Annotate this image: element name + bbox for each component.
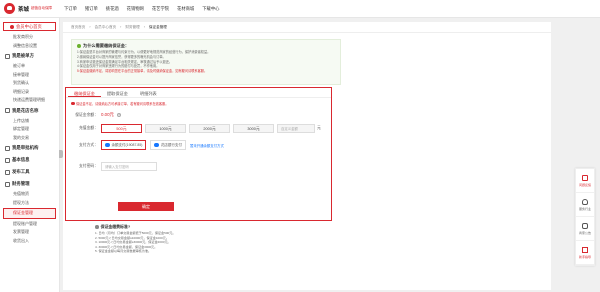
- home-icon: [10, 24, 14, 29]
- sidebar-group-header[interactable]: 发布工具: [0, 166, 59, 178]
- nav-link[interactable]: 花艺学院: [152, 6, 169, 12]
- question-icon[interactable]: ?: [116, 113, 121, 117]
- sidebar-group-header[interactable]: 我是被单方: [0, 50, 59, 62]
- info-warning-line: 5.保证金缴纳不足，将影响您在平台的正常接单，请及时缴纳保证金，如有疑问请联系客…: [77, 69, 208, 74]
- sidebar-item[interactable]: 收货出入: [0, 237, 59, 246]
- tips-title: 保证金缴费标准?: [95, 224, 335, 230]
- nav-link[interactable]: 下订单: [64, 6, 77, 12]
- nav-link[interactable]: 下载中心: [202, 6, 219, 12]
- tip-line: 5. 保证金金额以每月交易数据审核为准。: [95, 249, 152, 253]
- sidebar-item[interactable]: 提现账户管理: [0, 220, 59, 229]
- balance-label: 保证金余额：: [75, 112, 98, 117]
- group-icon: [5, 53, 10, 59]
- warning-icon: [71, 101, 75, 106]
- breadcrumb: 首页首页 › 会员中心首页 › 财务管理 › 保证金管理: [63, 22, 551, 33]
- payment-password-input[interactable]: 请输入支付密码: [101, 162, 157, 171]
- info-icon: [77, 44, 81, 48]
- sidebar-item[interactable]: 绑定管理: [0, 125, 59, 134]
- logo-tagline: 超值自动保障: [31, 6, 53, 10]
- sidebar-item[interactable]: 明细记录: [0, 88, 59, 97]
- amount-row: 充值金额： 500元 1000元 2000元 3000元 自定义金额 元: [66, 124, 321, 133]
- group-icon: [5, 181, 10, 187]
- payment-method-link[interactable]: 暂未开通余额支付方式: [190, 143, 224, 148]
- amount-option-2000[interactable]: 2000元: [189, 124, 230, 133]
- balance-row: 保证金余额： 0.00元 ?: [66, 112, 121, 118]
- sidebar-item[interactable]: 我的交易: [0, 134, 59, 143]
- sidebar-group-header[interactable]: 财务管理: [0, 178, 59, 190]
- payment-method-row: 支付方式： 余额支付(19087.85) 花店银行支付 暂未开通余额支付方式: [66, 140, 224, 150]
- sidebar-group-header[interactable]: 我是审批机构: [0, 142, 59, 154]
- tab-bar: 缴纳保证金 提取保证金 明细列表: [66, 88, 331, 98]
- sidebar-item[interactable]: 被订单: [0, 62, 59, 71]
- sidebar-home-link[interactable]: 会员中心首页: [3, 22, 56, 31]
- amount-label: 充值金额：: [79, 126, 98, 130]
- group-icon: [5, 157, 10, 163]
- person-icon: [582, 198, 588, 205]
- chat-icon: [582, 222, 588, 229]
- sidebar-item[interactable]: 上传店铺: [0, 117, 59, 126]
- book-icon: [582, 246, 588, 253]
- sidebar-home-label: 会员中心首页: [16, 23, 42, 29]
- logo-text: 茶城: [18, 6, 30, 13]
- amount-option-1000[interactable]: 1000元: [145, 124, 186, 133]
- nav-link[interactable]: 花销物网: [127, 6, 144, 12]
- sidebar-item[interactable]: 接单管理: [0, 71, 59, 80]
- breadcrumb-item[interactable]: 财务管理: [125, 25, 139, 30]
- top-nav-links: 下订单 猪订单 挑花酒 花销物网 花艺学院 花材商城 下载中心: [64, 6, 227, 12]
- float-notice[interactable]: 商家公告: [576, 217, 594, 241]
- top-navigation-bar: 茶城 超值自动保障 下订单 猪订单 挑花酒 花销物网 花艺学院 花材商城 下载中…: [0, 0, 600, 18]
- amount-option-3000[interactable]: 3000元: [233, 124, 274, 133]
- logo[interactable]: 茶城 超值自动保障: [0, 3, 58, 14]
- password-row: 支付密码： 请输入支付密码: [66, 162, 157, 171]
- nav-link[interactable]: 挑花酒: [106, 6, 119, 12]
- sidebar-item[interactable]: 发票管理: [0, 228, 59, 237]
- info-title: 为什么需要缴纳保证金：: [77, 43, 335, 49]
- document-icon: [582, 174, 588, 181]
- deposit-info-box: 为什么需要缴纳保证金： 1.保证金是平台对商家的管理与约束行为，以便更好地规范商…: [71, 39, 341, 85]
- tab-withdraw-deposit[interactable]: 提取保证金: [101, 88, 134, 97]
- payment-option-bank[interactable]: 花店银行支付: [150, 140, 186, 150]
- breadcrumb-current: 保证金管理: [148, 24, 167, 29]
- balance-pay-icon: [105, 142, 110, 148]
- right-float-toolbar: 问题反馈 服务行业 商家公告 新手指导: [575, 168, 595, 266]
- nav-link[interactable]: 猪订单: [85, 6, 98, 12]
- deposit-panel: 缴纳保证金 提取保证金 明细列表 保证金不足，请缴纳后方可承接订单，若有疑问请联…: [65, 87, 332, 221]
- bank-pay-icon: [154, 142, 159, 148]
- sidebar-item-highlight-frame: 保证金管理: [3, 208, 56, 219]
- tab-pay-deposit[interactable]: 缴纳保证金: [68, 88, 101, 97]
- sidebar-item[interactable]: 充值物资: [0, 190, 59, 199]
- breadcrumb-item[interactable]: 会员中心首页: [95, 25, 117, 30]
- sidebar-group-header[interactable]: 我是花店名称: [0, 105, 59, 117]
- logo-icon: [4, 3, 15, 14]
- confirm-button[interactable]: 确定: [118, 202, 174, 211]
- password-label: 支付密码：: [79, 164, 98, 168]
- sidebar-item-deposit-management[interactable]: 保证金管理: [4, 209, 55, 218]
- main-content: 首页首页 › 会员中心首页 › 财务管理 › 保证金管理 为什么需要缴纳保证金： 1.…: [63, 22, 551, 290]
- payment-method-label: 支付方式：: [79, 142, 98, 147]
- deposit-standard-tips: 保证金缴费标准? 1. 日均（月均）订单交易金额低于5000元，保证金500元。…: [95, 224, 335, 254]
- tab-detail-list[interactable]: 明细列表: [134, 88, 163, 97]
- tips-icon: [95, 225, 99, 229]
- float-feedback[interactable]: 问题反馈: [576, 169, 594, 193]
- group-icon: [5, 108, 10, 113]
- sidebar-item[interactable]: 调整信息设置: [0, 42, 59, 51]
- amount-option-500[interactable]: 500元: [101, 124, 142, 133]
- sidebar: 会员中心首页 批发商积分 调整信息设置 我是被单方 被订单 接单管理 到货确认 …: [0, 18, 60, 292]
- sidebar-item[interactable]: 到货确认: [0, 79, 59, 88]
- amount-unit: 元: [317, 126, 321, 130]
- sidebar-item[interactable]: 快递运费管理明细: [0, 96, 59, 105]
- float-guide[interactable]: 新手指导: [576, 241, 594, 265]
- group-icon: [5, 169, 10, 175]
- float-service[interactable]: 服务行业: [576, 193, 594, 217]
- sidebar-item[interactable]: 批发商积分: [0, 33, 59, 42]
- balance-value: 0.00元: [101, 112, 114, 117]
- sidebar-group-header[interactable]: 基本信息: [0, 154, 59, 166]
- sidebar-item[interactable]: 提现方法: [0, 199, 59, 208]
- custom-amount-input[interactable]: 自定义金额: [277, 124, 315, 133]
- payment-option-balance[interactable]: 余额支付(19087.85): [101, 140, 147, 150]
- breadcrumb-item[interactable]: 首页首页: [71, 25, 85, 30]
- nav-link[interactable]: 花材商城: [177, 6, 194, 12]
- group-icon: [5, 145, 10, 151]
- deposit-warning: 保证金不足，请缴纳后方可承接订单，若有疑问请联系在线客服。: [71, 101, 331, 106]
